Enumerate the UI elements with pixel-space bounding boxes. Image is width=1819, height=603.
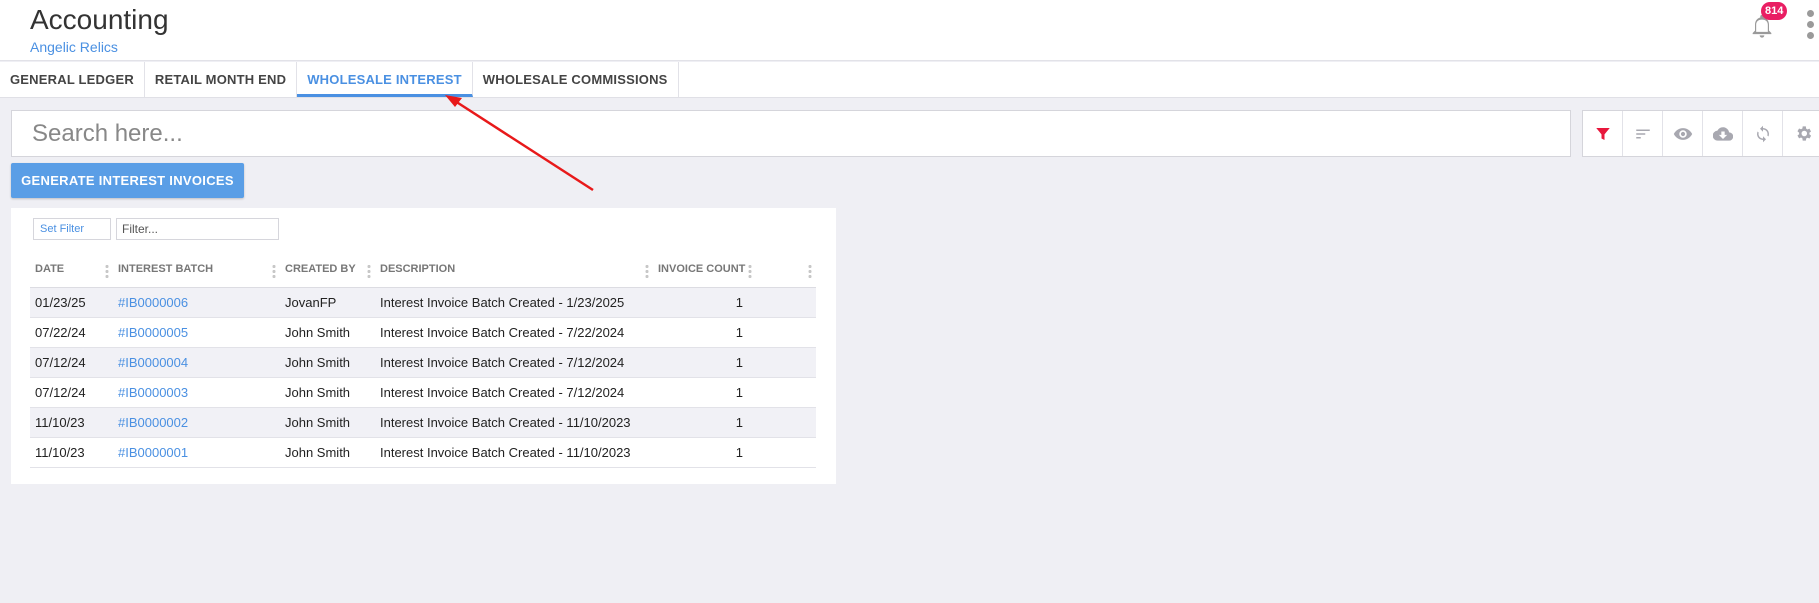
cell-description: Interest Invoice Batch Created - 7/12/20… — [375, 347, 653, 378]
gear-icon — [1796, 126, 1811, 141]
cell-created-by: John Smith — [280, 377, 375, 408]
cell-invoice-count: 1 — [653, 377, 756, 408]
interest-batch-table: DATE INTEREST BATCH CREATED BY DESCRIPTI… — [30, 252, 816, 468]
interest-batch-link[interactable]: #IB0000001 — [113, 437, 280, 468]
cell-description: Interest Invoice Batch Created - 11/10/2… — [375, 437, 653, 468]
table-row[interactable]: 07/12/24 #IB0000003 John Smith Interest … — [30, 377, 816, 408]
cell-description: Interest Invoice Batch Created - 11/10/2… — [375, 407, 653, 438]
cell-invoice-count: 1 — [653, 347, 756, 378]
grid-toolbar — [1582, 110, 1819, 157]
column-header-date[interactable]: DATE — [30, 252, 113, 288]
cell-date: 11/10/23 — [30, 437, 113, 468]
table-row[interactable]: 11/10/23 #IB0000002 John Smith Interest … — [30, 407, 816, 438]
generate-interest-invoices-button[interactable]: GENERATE INTEREST INVOICES — [11, 163, 244, 198]
refresh-button[interactable] — [1743, 111, 1783, 156]
cell-date: 07/22/24 — [30, 317, 113, 348]
tab-wholesale-interest[interactable]: WHOLESALE INTEREST — [297, 62, 473, 97]
column-resize-handle[interactable] — [272, 264, 276, 278]
more-menu-icon[interactable] — [1803, 10, 1817, 44]
tab-retail-month-end[interactable]: RETAIL MONTH END — [145, 62, 298, 97]
interest-batch-link[interactable]: #IB0000003 — [113, 377, 280, 408]
export-button[interactable] — [1703, 111, 1743, 156]
column-header-invoice-count[interactable]: INVOICE COUNT — [653, 252, 756, 288]
cell-created-by: John Smith — [280, 347, 375, 378]
tab-wholesale-commissions[interactable]: WHOLESALE COMMISSIONS — [473, 62, 679, 97]
cell-description: Interest Invoice Batch Created - 7/22/20… — [375, 317, 653, 348]
column-resize-handle[interactable] — [367, 264, 371, 278]
column-resize-handle[interactable] — [645, 264, 649, 278]
cell-created-by: John Smith — [280, 437, 375, 468]
column-header-interest-batch[interactable]: INTEREST BATCH — [113, 252, 280, 288]
search-input[interactable] — [12, 111, 1570, 156]
sort-button[interactable] — [1623, 111, 1663, 156]
table-row[interactable]: 11/10/23 #IB0000001 John Smith Interest … — [30, 437, 816, 468]
column-header-extra — [756, 252, 816, 288]
column-resize-handle[interactable] — [808, 264, 812, 278]
interest-batch-link[interactable]: #IB0000006 — [113, 287, 280, 318]
column-resize-handle[interactable] — [105, 264, 109, 278]
table-row[interactable]: 07/12/24 #IB0000004 John Smith Interest … — [30, 347, 816, 378]
table-row[interactable]: 01/23/25 #IB0000006 JovanFP Interest Inv… — [30, 287, 816, 318]
column-header-created-by[interactable]: CREATED BY — [280, 252, 375, 288]
cell-description: Interest Invoice Batch Created - 1/23/20… — [375, 287, 653, 318]
table-row[interactable]: 07/22/24 #IB0000005 John Smith Interest … — [30, 317, 816, 348]
eye-icon — [1673, 127, 1692, 140]
cell-description: Interest Invoice Batch Created - 7/12/20… — [375, 377, 653, 408]
columns-visibility-button[interactable] — [1663, 111, 1703, 156]
app-header: Accounting Angelic Relics 814 — [0, 0, 1819, 61]
column-header-description[interactable]: DESCRIPTION — [375, 252, 653, 288]
sort-icon — [1635, 129, 1650, 138]
tab-bar: GENERAL LEDGER RETAIL MONTH END WHOLESAL… — [0, 62, 1819, 98]
column-resize-handle[interactable] — [748, 264, 752, 278]
search-bar — [11, 110, 1571, 157]
filter-button[interactable] — [1583, 111, 1623, 156]
interest-batch-link[interactable]: #IB0000002 — [113, 407, 280, 438]
cell-date: 11/10/23 — [30, 407, 113, 438]
cell-invoice-count: 1 — [653, 437, 756, 468]
cell-invoice-count: 1 — [653, 317, 756, 348]
table-header-row: DATE INTEREST BATCH CREATED BY DESCRIPTI… — [30, 252, 816, 288]
cell-date: 01/23/25 — [30, 287, 113, 318]
page-title: Accounting — [30, 4, 169, 35]
interest-batch-link[interactable]: #IB0000004 — [113, 347, 280, 378]
cell-invoice-count: 1 — [653, 287, 756, 318]
company-link[interactable]: Angelic Relics — [30, 39, 118, 55]
cell-created-by: JovanFP — [280, 287, 375, 318]
cell-date: 07/12/24 — [30, 347, 113, 378]
settings-button[interactable] — [1783, 111, 1819, 156]
cell-date: 07/12/24 — [30, 377, 113, 408]
cell-created-by: John Smith — [280, 317, 375, 348]
grid-panel: Set Filter DATE INTEREST BATCH CREATED B… — [11, 208, 836, 484]
cell-invoice-count: 1 — [653, 407, 756, 438]
cell-created-by: John Smith — [280, 407, 375, 438]
refresh-icon — [1756, 125, 1769, 142]
filter-input[interactable] — [116, 218, 279, 240]
tab-general-ledger[interactable]: GENERAL LEDGER — [0, 62, 145, 97]
notification-badge: 814 — [1761, 2, 1788, 20]
interest-batch-link[interactable]: #IB0000005 — [113, 317, 280, 348]
cloud-download-icon — [1712, 126, 1733, 141]
set-filter-button[interactable]: Set Filter — [33, 218, 111, 240]
filter-icon — [1595, 127, 1610, 140]
